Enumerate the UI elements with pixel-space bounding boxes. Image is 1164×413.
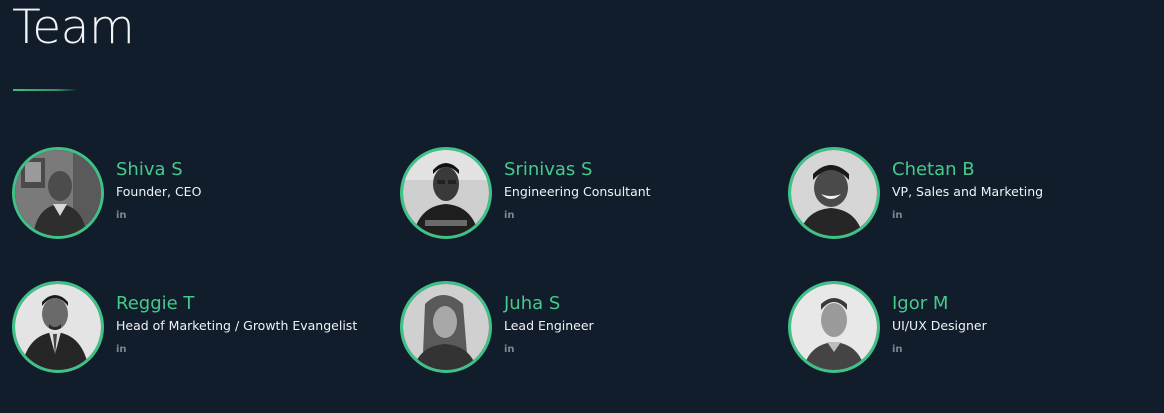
person-photo-icon: [15, 150, 101, 236]
member-role: Engineering Consultant: [504, 184, 651, 199]
avatar: [12, 281, 104, 373]
linkedin-icon[interactable]: in: [504, 344, 515, 356]
team-member-card: Igor M UI/UX Designer in: [788, 281, 1148, 377]
member-name: Srinivas S: [504, 159, 593, 180]
linkedin-icon[interactable]: in: [504, 210, 515, 222]
person-photo-icon: [403, 150, 489, 236]
avatar: [12, 147, 104, 239]
team-member-card: Juha S Lead Engineer in: [400, 281, 760, 377]
team-member-card: Chetan B VP, Sales and Marketing in: [788, 147, 1148, 243]
team-member-card: Reggie T Head of Marketing / Growth Evan…: [12, 281, 372, 377]
person-photo-icon: [403, 284, 489, 370]
member-name: Reggie T: [116, 293, 195, 314]
member-name: Chetan B: [892, 159, 975, 180]
avatar: [400, 281, 492, 373]
person-photo-icon: [791, 150, 877, 236]
member-role: Head of Marketing / Growth Evangelist: [116, 318, 358, 333]
avatar: [400, 147, 492, 239]
person-photo-icon: [15, 284, 101, 370]
linkedin-icon[interactable]: in: [892, 210, 903, 222]
team-member-card: Shiva S Founder, CEO in: [12, 147, 372, 243]
person-photo-icon: [791, 284, 877, 370]
avatar: [788, 147, 880, 239]
member-role: Founder, CEO: [116, 184, 202, 199]
member-role: UI/UX Designer: [892, 318, 987, 333]
team-member-card: Srinivas S Engineering Consultant in: [400, 147, 760, 243]
linkedin-icon[interactable]: in: [892, 344, 903, 356]
page-title: Team: [12, 0, 135, 55]
linkedin-icon[interactable]: in: [116, 344, 127, 356]
member-name: Igor M: [892, 293, 949, 314]
member-name: Shiva S: [116, 159, 183, 180]
linkedin-icon[interactable]: in: [116, 210, 127, 222]
member-role: Lead Engineer: [504, 318, 594, 333]
member-role: VP, Sales and Marketing: [892, 184, 1044, 199]
title-divider: [13, 89, 77, 91]
avatar: [788, 281, 880, 373]
member-name: Juha S: [504, 293, 561, 314]
